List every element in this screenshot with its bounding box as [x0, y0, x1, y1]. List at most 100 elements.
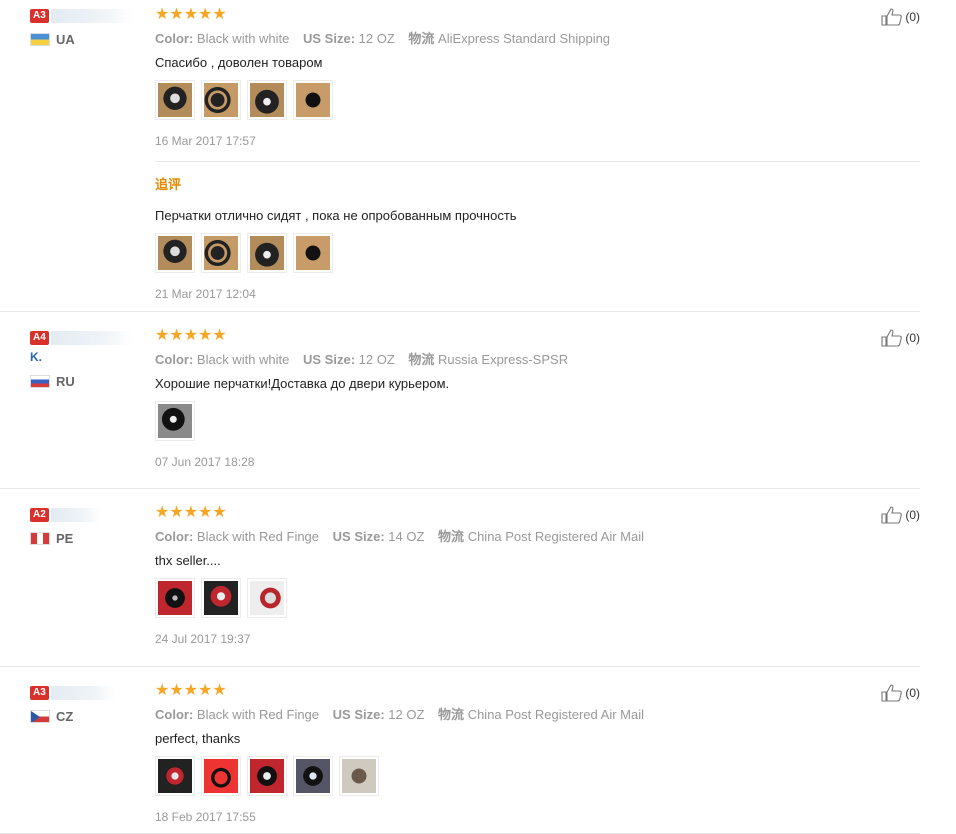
- helpful-button[interactable]: (0): [881, 8, 920, 26]
- review-photo[interactable]: [201, 578, 241, 618]
- review-photo[interactable]: [155, 80, 195, 120]
- rating-stars: ★★★★★: [155, 682, 227, 699]
- size-value: 14 OZ: [388, 529, 425, 544]
- country-code: PE: [56, 531, 74, 546]
- rating-stars: ★★★★★: [155, 504, 227, 521]
- review-photo[interactable]: [247, 578, 287, 618]
- buyer-level-badge: A2: [30, 507, 49, 522]
- flag-ru-icon: [30, 375, 50, 388]
- review-photo[interactable]: [155, 578, 195, 618]
- followup-review: 追评 Перчатки отлично сидят , пока не опро…: [155, 161, 920, 301]
- order-info: Color: Black with Red Finge US Size: 14 …: [155, 526, 920, 545]
- color-label: Color:: [155, 707, 194, 722]
- review-item: A4 K. RU (0) ★★★★★ Color: Black with whi…: [0, 312, 920, 489]
- review-item: A2 PE (0) ★★★★★ Color: Black with Red Fi…: [0, 489, 920, 667]
- helpful-button[interactable]: (0): [881, 329, 920, 347]
- review-photo[interactable]: [155, 756, 195, 796]
- reviewer-country: RU: [30, 374, 150, 389]
- size-label: US Size:: [332, 529, 385, 544]
- size-label: US Size:: [332, 707, 385, 722]
- review-item: A3 CZ (0) ★★★★★ Color: Black with Red Fi…: [0, 667, 920, 834]
- reviewer-country: PE: [30, 531, 150, 546]
- helpful-count: (0): [905, 686, 920, 700]
- color-value: Black with Red Finge: [196, 707, 320, 722]
- thumbs-up-icon: [881, 8, 903, 26]
- followup-text: Перчатки отлично сидят , пока не опробов…: [155, 208, 517, 223]
- country-code: CZ: [56, 709, 74, 724]
- helpful-count: (0): [905, 331, 920, 345]
- followup-photos: [155, 233, 920, 273]
- reviewer-name-blurred: [50, 507, 101, 522]
- size-label: US Size:: [303, 31, 356, 46]
- size-value: 12 OZ: [388, 707, 425, 722]
- review-photo[interactable]: [247, 756, 287, 796]
- reviewer-name-blurred: [50, 685, 117, 700]
- review-content: ★★★★★ Color: Black with Red Finge US Siz…: [155, 667, 920, 834]
- followup-title: 追评: [155, 177, 182, 192]
- rating-stars: ★★★★★: [155, 6, 227, 23]
- review-photo[interactable]: [201, 80, 241, 120]
- review-photo[interactable]: [247, 80, 287, 120]
- reviewer-info: A4 K. RU: [30, 329, 150, 389]
- review-text: perfect, thanks: [155, 731, 241, 746]
- review-date: 18 Feb 2017 17:55: [155, 810, 256, 824]
- review-content: ★★★★★ Color: Black with white US Size: 1…: [155, 312, 920, 479]
- review-content: ★★★★★ Color: Black with Red Finge US Siz…: [155, 489, 920, 656]
- review-photo[interactable]: [293, 80, 333, 120]
- review-photos: [155, 578, 920, 618]
- flag-ua-icon: [30, 33, 50, 46]
- review-content: ★★★★★ Color: Black with white US Size: 1…: [155, 0, 920, 311]
- color-value: Black with Red Finge: [196, 529, 320, 544]
- followup-date: 21 Mar 2017 12:04: [155, 287, 256, 301]
- review-photo[interactable]: [155, 233, 195, 273]
- shipping-label: 物流: [438, 529, 465, 544]
- review-date: 24 Jul 2017 19:37: [155, 632, 251, 646]
- review-photos: [155, 80, 920, 120]
- shipping-value: AliExpress Standard Shipping: [438, 31, 611, 46]
- reviewer-info: A3 CZ: [30, 684, 150, 724]
- thumbs-up-icon: [881, 506, 903, 524]
- reviewer-name: K.: [30, 350, 42, 364]
- review-item: A3 UA (0) ★★★★★ Color: Black with white …: [0, 0, 920, 312]
- reviewer-country: CZ: [30, 709, 150, 724]
- review-photo[interactable]: [201, 233, 241, 273]
- thumbs-up-icon: [881, 329, 903, 347]
- helpful-button[interactable]: (0): [881, 506, 920, 524]
- review-photos: [155, 401, 920, 441]
- shipping-value: China Post Registered Air Mail: [467, 707, 644, 722]
- buyer-level-badge: A3: [30, 8, 49, 23]
- review-photo[interactable]: [247, 233, 287, 273]
- country-code: UA: [56, 32, 75, 47]
- size-value: 12 OZ: [358, 31, 395, 46]
- buyer-level-badge: A3: [30, 685, 49, 700]
- country-code: RU: [56, 374, 75, 389]
- review-photo[interactable]: [155, 401, 195, 441]
- shipping-label: 物流: [438, 707, 465, 722]
- review-photos: [155, 756, 920, 796]
- review-photo[interactable]: [293, 756, 333, 796]
- review-text: Спасибо , доволен товаром: [155, 55, 323, 70]
- review-photo[interactable]: [339, 756, 379, 796]
- reviewer-country: UA: [30, 32, 150, 47]
- buyer-level-badge: A4: [30, 330, 49, 345]
- review-photo[interactable]: [201, 756, 241, 796]
- color-label: Color:: [155, 31, 194, 46]
- shipping-value: Russia Express-SPSR: [438, 352, 569, 367]
- shipping-label: 物流: [408, 352, 435, 367]
- review-photo[interactable]: [293, 233, 333, 273]
- order-info: Color: Black with Red Finge US Size: 12 …: [155, 704, 920, 723]
- reviewer-name-blurred: [50, 8, 133, 23]
- review-date: 07 Jun 2017 18:28: [155, 455, 255, 469]
- size-label: US Size:: [303, 352, 356, 367]
- helpful-count: (0): [905, 508, 920, 522]
- color-value: Black with white: [196, 31, 290, 46]
- helpful-button[interactable]: (0): [881, 684, 920, 702]
- flag-pe-icon: [30, 532, 50, 545]
- reviewer-name-blurred: [50, 330, 133, 345]
- rating-stars: ★★★★★: [155, 327, 227, 344]
- reviewer-info: A2 PE: [30, 506, 150, 546]
- flag-cz-icon: [30, 710, 50, 723]
- color-label: Color:: [155, 352, 194, 367]
- review-text: Хорошие перчатки!Доставка до двери курье…: [155, 376, 450, 391]
- helpful-count: (0): [905, 10, 920, 24]
